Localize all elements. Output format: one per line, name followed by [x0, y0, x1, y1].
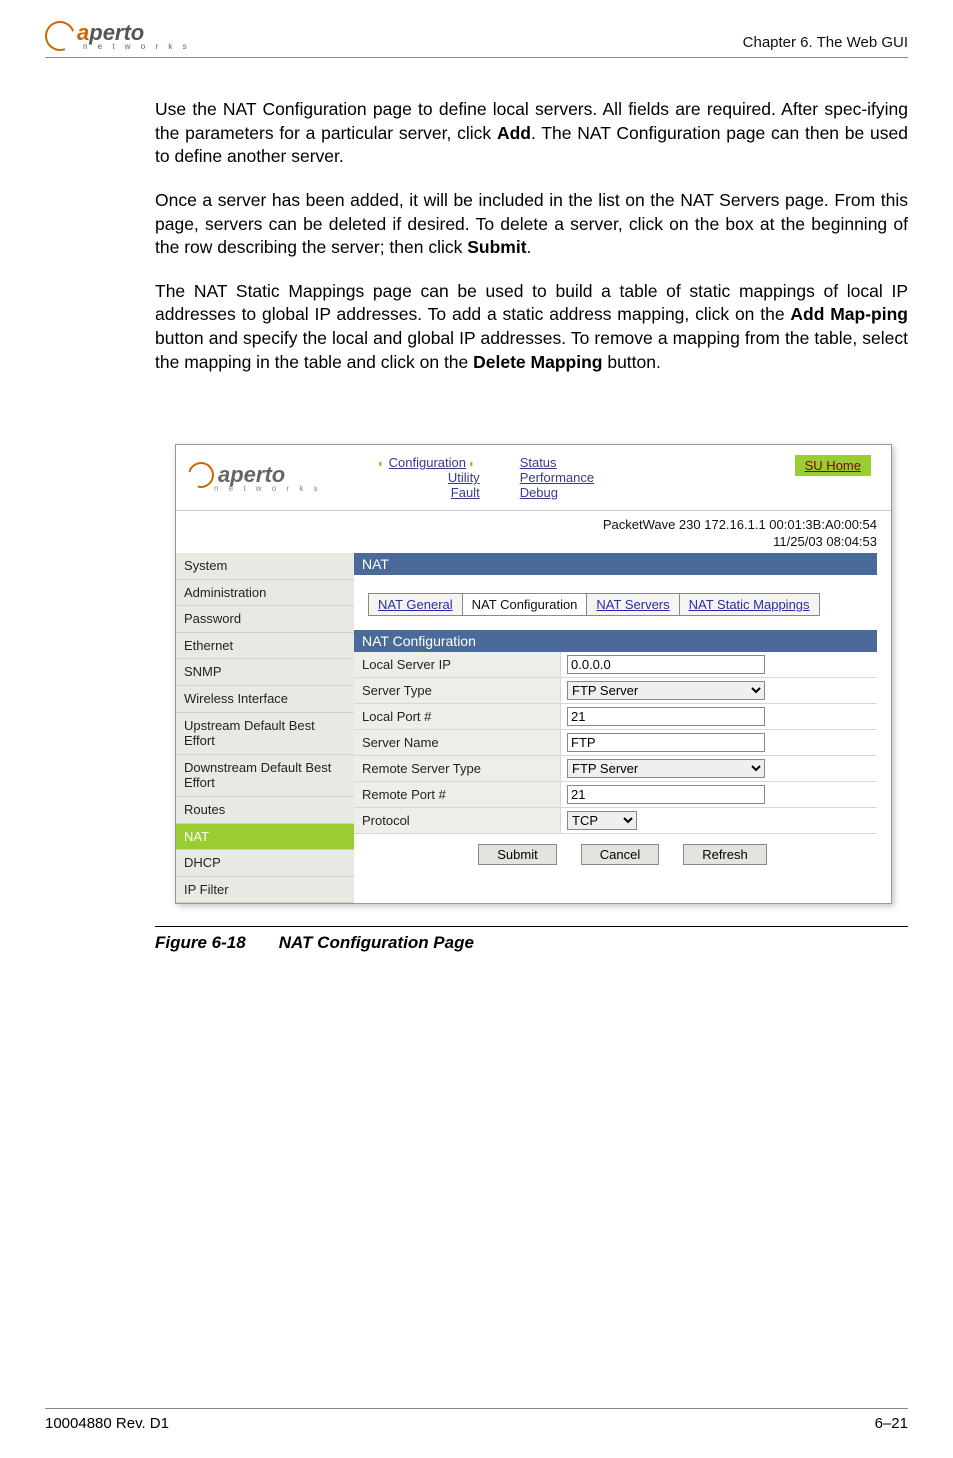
- nav-col-2: Status Performance Debug: [520, 455, 594, 500]
- nav-status[interactable]: Status: [520, 455, 557, 470]
- label-remote-server-type: Remote Server Type: [354, 756, 560, 781]
- sidebar-item-password[interactable]: Password: [176, 606, 354, 633]
- sidebar-item-ethernet[interactable]: Ethernet: [176, 633, 354, 660]
- row-local-server-ip: Local Server IP: [354, 652, 877, 678]
- figure-caption: Figure 6-18 NAT Configuration Page: [155, 933, 908, 953]
- gui-logo: aperto n e t w o r k s: [184, 462, 378, 493]
- sidebar-item-downstream[interactable]: Downstream Default Best Effort: [176, 755, 354, 797]
- nav-col-1: ◐Configuration ◐ Utility Fault: [378, 455, 480, 500]
- select-server-type[interactable]: FTP Server: [567, 681, 765, 700]
- input-remote-port[interactable]: [567, 785, 765, 804]
- sidebar-item-dhcp[interactable]: DHCP: [176, 850, 354, 877]
- tab-nat-servers[interactable]: NAT Servers: [587, 594, 679, 615]
- footer-right: 6–21: [875, 1415, 908, 1432]
- nav-fault[interactable]: Fault: [451, 485, 480, 500]
- label-server-name: Server Name: [354, 730, 560, 755]
- label-local-server-ip: Local Server IP: [354, 652, 560, 677]
- chapter-title: Chapter 6. The Web GUI: [743, 34, 908, 51]
- sidebar-item-ipfilter[interactable]: IP Filter: [176, 877, 354, 904]
- refresh-button[interactable]: Refresh: [683, 844, 767, 865]
- su-home-button[interactable]: SU Home: [795, 455, 871, 476]
- panel-title: NAT Configuration: [354, 630, 877, 652]
- sidebar-item-nat[interactable]: NAT: [176, 824, 354, 851]
- sidebar-item-system[interactable]: System: [176, 553, 354, 580]
- figure-rule: [155, 926, 908, 927]
- gui-logo-subtext: n e t w o r k s: [214, 484, 378, 493]
- row-protocol: Protocol TCP: [354, 808, 877, 834]
- input-local-server-ip[interactable]: [567, 655, 765, 674]
- footer-left: 10004880 Rev. D1: [45, 1415, 169, 1432]
- body-text: Use the NAT Configuration page to define…: [155, 98, 908, 374]
- select-protocol[interactable]: TCP: [567, 811, 637, 830]
- device-info: PacketWave 230 172.16.1.1 00:01:3B:A0:00…: [176, 511, 891, 553]
- section-title: NAT: [354, 553, 877, 575]
- tab-bar: NAT General NAT Configuration NAT Server…: [368, 593, 820, 616]
- input-local-port[interactable]: [567, 707, 765, 726]
- paragraph-1: Use the NAT Configuration page to define…: [155, 98, 908, 169]
- device-line: PacketWave 230 172.16.1.1 00:01:3B:A0:00…: [176, 517, 877, 534]
- swoosh-icon: [40, 16, 80, 56]
- label-server-type: Server Type: [354, 678, 560, 703]
- select-remote-server-type[interactable]: FTP Server: [567, 759, 765, 778]
- page-footer: 10004880 Rev. D1 6–21: [45, 1408, 908, 1432]
- row-server-type: Server Type FTP Server: [354, 678, 877, 704]
- doc-logo-subtext: n e t w o r k s: [83, 42, 191, 51]
- row-local-port: Local Port #: [354, 704, 877, 730]
- su-home-wrap: SU Home: [795, 455, 871, 476]
- page-header: aapertoperto n e t w o r k s Chapter 6. …: [45, 20, 908, 58]
- sidebar-item-routes[interactable]: Routes: [176, 797, 354, 824]
- nat-config-form: Local Server IP Server Type FTP Server L…: [354, 652, 877, 834]
- sidebar-item-snmp[interactable]: SNMP: [176, 659, 354, 686]
- nav-configuration[interactable]: Configuration: [389, 455, 466, 470]
- tab-nat-general[interactable]: NAT General: [369, 594, 463, 615]
- nav-performance[interactable]: Performance: [520, 470, 594, 485]
- marker-icon: ◐: [378, 458, 385, 470]
- submit-button[interactable]: Submit: [478, 844, 556, 865]
- datetime-line: 11/25/03 08:04:53: [176, 534, 877, 551]
- gui-top-nav: ◐Configuration ◐ Utility Fault Status Pe…: [378, 455, 883, 500]
- tab-nat-configuration[interactable]: NAT Configuration: [463, 594, 588, 615]
- row-server-name: Server Name: [354, 730, 877, 756]
- nav-utility[interactable]: Utility: [448, 470, 480, 485]
- doc-logo: aapertoperto n e t w o r k s: [45, 20, 191, 51]
- sidebar-item-upstream[interactable]: Upstream Default Best Effort: [176, 713, 354, 755]
- gui-screenshot: aperto n e t w o r k s ◐Configuration ◐ …: [175, 444, 892, 904]
- label-local-port: Local Port #: [354, 704, 560, 729]
- sidebar-item-wireless[interactable]: Wireless Interface: [176, 686, 354, 713]
- nav-debug[interactable]: Debug: [520, 485, 558, 500]
- cancel-button[interactable]: Cancel: [581, 844, 659, 865]
- main-panel: NAT NAT General NAT Configuration NAT Se…: [354, 553, 891, 885]
- paragraph-3: The NAT Static Mappings page can be used…: [155, 280, 908, 375]
- tab-nat-static-mappings[interactable]: NAT Static Mappings: [680, 594, 819, 615]
- input-server-name[interactable]: [567, 733, 765, 752]
- label-remote-port: Remote Port #: [354, 782, 560, 807]
- marker-icon: ◐: [466, 458, 476, 470]
- row-remote-port: Remote Port #: [354, 782, 877, 808]
- sidebar-item-administration[interactable]: Administration: [176, 580, 354, 607]
- gui-body: System Administration Password Ethernet …: [176, 553, 891, 903]
- label-protocol: Protocol: [354, 808, 560, 833]
- row-remote-server-type: Remote Server Type FTP Server: [354, 756, 877, 782]
- paragraph-2: Once a server has been added, it will be…: [155, 189, 908, 260]
- button-row: Submit Cancel Refresh: [354, 834, 891, 871]
- gui-topbar: aperto n e t w o r k s ◐Configuration ◐ …: [176, 445, 891, 511]
- document-page: aapertoperto n e t w o r k s Chapter 6. …: [0, 0, 953, 1458]
- sidebar: System Administration Password Ethernet …: [176, 553, 354, 903]
